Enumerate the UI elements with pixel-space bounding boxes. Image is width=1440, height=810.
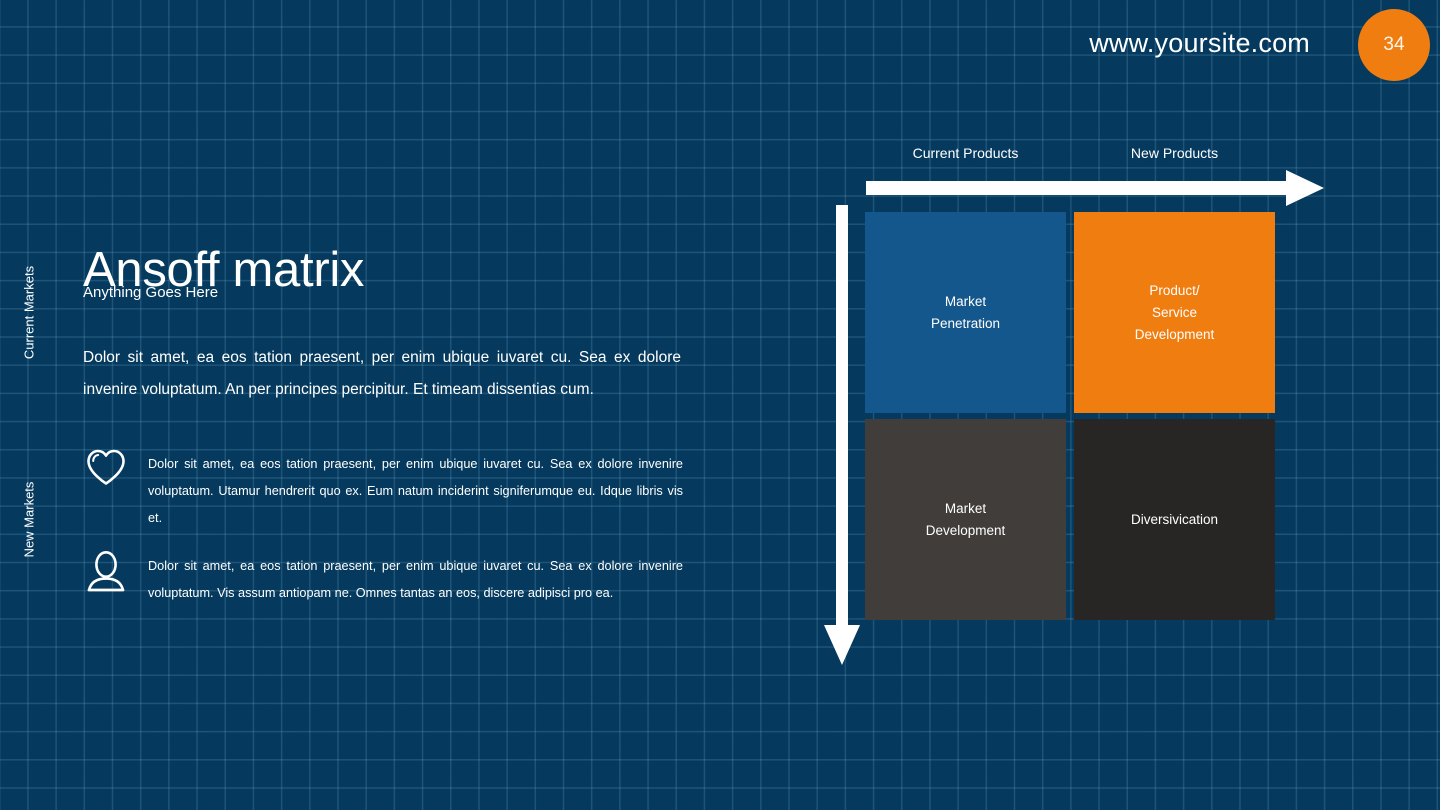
quadrant-market-penetration[interactable]: Market Penetration — [865, 212, 1066, 413]
heart-icon — [83, 448, 129, 494]
lead-paragraph: Dolor sit amet, ea eos tation praesent, … — [83, 348, 681, 399]
down-arrow-icon — [824, 205, 860, 665]
site-url-label: www.yoursite.com — [1089, 28, 1310, 58]
page-number-badge: 34 — [1358, 9, 1430, 81]
quadrant-product-service-development[interactable]: Product/ Service Development — [1074, 212, 1275, 413]
page-number-text: 34 — [1383, 34, 1405, 55]
slide-subtitle: Anything Goes Here — [83, 284, 219, 301]
slide-canvas: www.yoursite.com 34 Ansoff matrix Anythi… — [0, 0, 1440, 810]
matrix-column-header-current-products: Current Products — [912, 145, 1019, 161]
matrix-row-header-current-markets: Current Markets — [21, 265, 37, 360]
quadrant-label: Product/ Service Development — [1134, 282, 1215, 342]
feature-text-2: Dolor sit amet, ea eos tation praesent, … — [148, 559, 683, 600]
quadrant-label: Market Development — [925, 500, 1006, 538]
matrix-column-header-new-products: New Products — [1130, 145, 1219, 161]
feature-text-1: Dolor sit amet, ea eos tation praesent, … — [148, 457, 683, 525]
quadrant-label: Diversivication — [1130, 511, 1219, 527]
feature-item-1: Dolor sit amet, ea eos tation praesent, … — [83, 448, 683, 531]
feature-item-2: Dolor sit amet, ea eos tation praesent, … — [83, 550, 683, 607]
matrix-row-header-new-markets: New Markets — [21, 481, 37, 558]
right-arrow-icon — [866, 170, 1324, 206]
person-icon — [83, 550, 129, 596]
quadrant-market-development[interactable]: Market Development — [865, 419, 1066, 620]
quadrant-label: Market Penetration — [930, 293, 1001, 331]
quadrant-diversivication[interactable]: Diversivication — [1074, 419, 1275, 620]
